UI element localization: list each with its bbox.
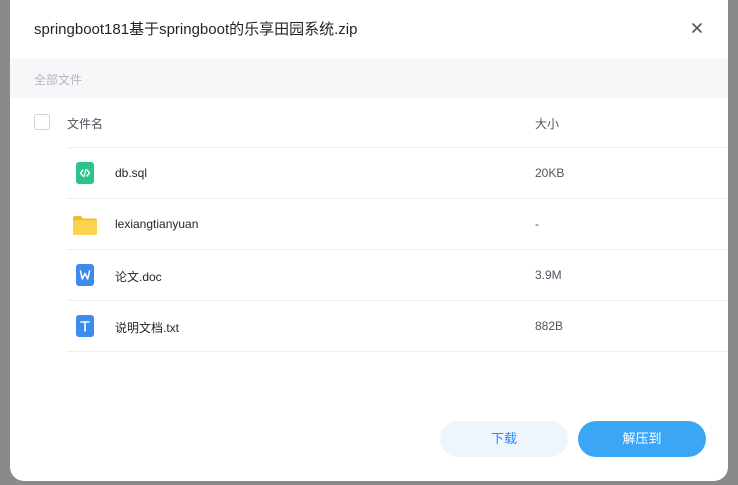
download-button[interactable]: 下载 <box>440 421 568 457</box>
close-icon <box>692 23 702 33</box>
file-size: - <box>535 217 539 231</box>
file-size: 20KB <box>535 166 565 180</box>
archive-preview-dialog: springboot181基于springboot的乐享田园系统.zip 全部文… <box>10 0 728 481</box>
file-row[interactable]: lexiangtianyuan - <box>67 198 728 249</box>
column-header-size: 大小 <box>535 117 560 131</box>
file-size: 3.9M <box>535 268 562 282</box>
breadcrumb-all-files[interactable]: 全部文件 <box>34 71 82 88</box>
file-name: 说明文档.txt <box>115 321 180 335</box>
sql-file-icon <box>76 162 94 184</box>
file-row[interactable]: 说明文档.txt 882B <box>67 300 728 352</box>
file-name: db.sql <box>115 166 148 180</box>
word-file-icon <box>76 264 94 286</box>
file-size: 882B <box>535 319 564 333</box>
folder-icon <box>73 216 97 235</box>
file-name: lexiangtianyuan <box>115 217 199 231</box>
dialog-title: springboot181基于springboot的乐享田园系统.zip <box>34 21 358 38</box>
file-row[interactable]: db.sql 20KB <box>67 147 728 198</box>
text-file-icon <box>76 315 94 337</box>
file-row[interactable]: 论文.doc 3.9M <box>67 249 728 300</box>
file-name: 论文.doc <box>115 270 162 284</box>
extract-to-button[interactable]: 解压到 <box>578 421 706 457</box>
column-header-name: 文件名 <box>67 117 104 131</box>
close-button[interactable] <box>686 17 708 39</box>
select-all-checkbox[interactable] <box>34 114 50 130</box>
breadcrumb-bar: 全部文件 <box>10 58 728 98</box>
